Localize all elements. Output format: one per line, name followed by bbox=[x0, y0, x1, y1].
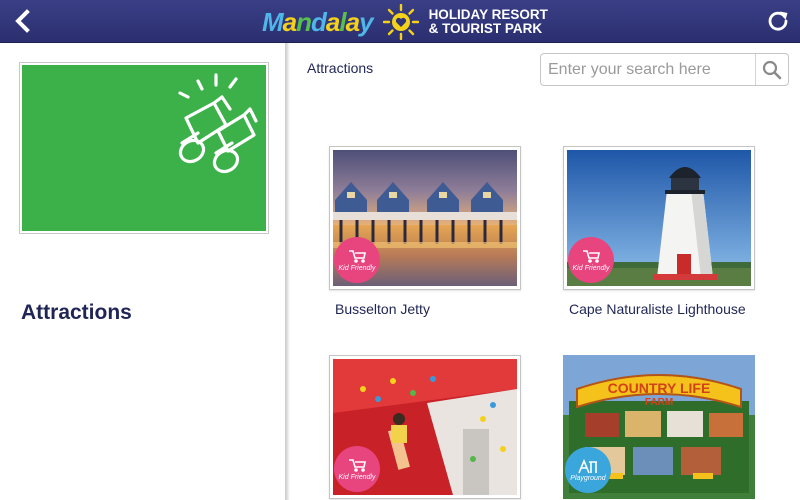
playground-icon bbox=[578, 458, 597, 474]
attraction-photo-frame: Kid Friendly bbox=[563, 146, 755, 290]
search-input[interactable] bbox=[541, 54, 755, 85]
logo-wordmark: Mandalay bbox=[262, 6, 374, 37]
attraction-name: Cape Naturaliste Lighthouse bbox=[569, 301, 746, 317]
category-sidebar: Attractions bbox=[0, 43, 286, 500]
binoculars-icon bbox=[178, 73, 258, 174]
refresh-button[interactable] bbox=[756, 0, 800, 42]
attraction-tile[interactable]: Kid Friendly Cape Naturaliste Lighthouse bbox=[563, 146, 755, 319]
mandalay-logo: Mandalay HOLIDAY RESORT & TOURIST PARK bbox=[262, 3, 548, 41]
logo-tagline: HOLIDAY RESORT & TOURIST PARK bbox=[429, 8, 548, 36]
country-life-farm-photo: COUNTRY LIFE FARM Playground bbox=[563, 355, 755, 499]
climbing-wall-photo: Kid Friendly bbox=[333, 359, 517, 495]
kid-friendly-badge: Kid Friendly bbox=[568, 237, 614, 283]
playground-badge: Playground bbox=[565, 447, 611, 493]
attraction-photo-frame: Kid Friendly bbox=[329, 355, 521, 499]
app-header: Mandalay HOLIDAY RESORT & TOURIST PARK bbox=[0, 0, 800, 43]
attraction-photo-frame: COUNTRY LIFE FARM Playground bbox=[563, 355, 755, 499]
category-banner bbox=[22, 65, 266, 231]
attraction-tile[interactable]: Kid Friendly bbox=[329, 355, 521, 499]
pram-icon bbox=[349, 459, 366, 472]
badge-label: Playground bbox=[570, 475, 606, 482]
search-box bbox=[540, 53, 789, 86]
category-image-card[interactable] bbox=[19, 62, 269, 234]
sidebar-shadow bbox=[286, 43, 290, 500]
pram-icon bbox=[583, 250, 600, 263]
pram-icon bbox=[349, 250, 366, 263]
logo-tagline-line1: HOLIDAY RESORT bbox=[428, 7, 548, 22]
busselton-jetty-photo: Kid Friendly bbox=[333, 150, 517, 286]
logo-tagline-line2: & TOURIST PARK bbox=[428, 21, 543, 36]
farm-sign-title: COUNTRY LIFE bbox=[608, 380, 711, 396]
attraction-photo-frame: Kid Friendly bbox=[329, 146, 521, 290]
search-button[interactable] bbox=[755, 54, 788, 85]
badge-label: Kid Friendly bbox=[572, 265, 610, 272]
attraction-tile[interactable]: COUNTRY LIFE FARM Playground bbox=[563, 355, 755, 499]
refresh-icon bbox=[768, 11, 788, 31]
badge-label: Kid Friendly bbox=[338, 265, 376, 272]
chevron-left-icon bbox=[15, 9, 30, 33]
badge-label: Kid Friendly bbox=[338, 474, 376, 481]
farm-sign-subtitle: FARM bbox=[645, 397, 673, 408]
attraction-tile[interactable]: Kid Friendly Busselton Jetty bbox=[329, 146, 521, 319]
attraction-name: Busselton Jetty bbox=[335, 301, 430, 317]
kid-friendly-badge: Kid Friendly bbox=[334, 237, 380, 283]
section-title: Attractions bbox=[307, 60, 374, 76]
back-button[interactable] bbox=[0, 0, 44, 42]
lighthouse-photo: Kid Friendly bbox=[567, 150, 751, 286]
category-title: Attractions bbox=[21, 301, 132, 324]
kid-friendly-badge: Kid Friendly bbox=[334, 446, 380, 492]
search-icon bbox=[762, 60, 782, 79]
sun-heart-icon bbox=[382, 4, 419, 40]
